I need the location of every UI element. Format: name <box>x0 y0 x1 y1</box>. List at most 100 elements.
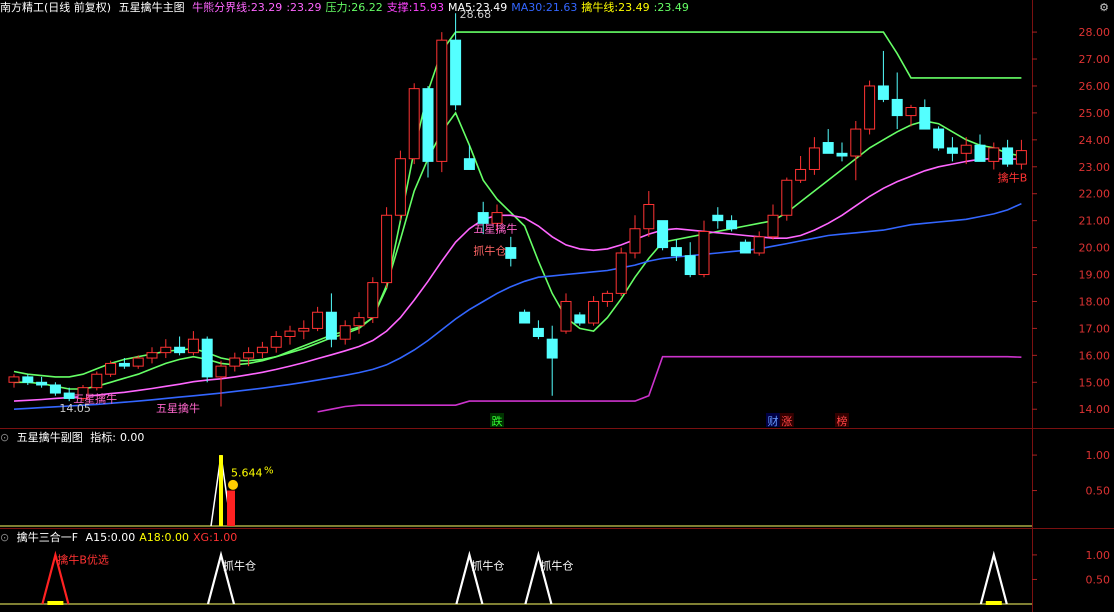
candle-body <box>864 85 876 130</box>
signal-foot <box>47 601 64 605</box>
signal-label: 擒牛B优选 <box>57 553 109 567</box>
candle-body <box>201 338 213 378</box>
candle-body <box>408 88 420 160</box>
y-tick-label: 19.00 <box>1079 269 1111 282</box>
lower-indicator-value: 1.00 <box>212 531 238 544</box>
sub-indicator-name[interactable]: 五星擒牛副图 <box>17 431 83 444</box>
sub-indicator-label: 指标: <box>90 431 116 444</box>
lower-indicator-label: A18: <box>139 531 165 544</box>
candle-body <box>187 338 199 354</box>
candle-body <box>808 147 820 170</box>
sub-indicator-value: 0.00 <box>119 431 145 444</box>
candle-body <box>601 292 613 302</box>
series-line <box>13 31 1022 378</box>
candle-body <box>891 98 903 117</box>
event-marker: 财 <box>768 414 779 428</box>
candle-body <box>781 179 793 216</box>
main-chart-header: 南方精工(日线 前复权) 五星擒牛主图 牛熊分界线:23.29:23.29 压力:… <box>0 0 697 16</box>
chart-annotation: 擒牛B <box>998 171 1028 185</box>
candle-body <box>753 236 765 254</box>
candle-body <box>588 300 600 324</box>
candle-body <box>933 128 945 149</box>
candle-body <box>532 327 544 337</box>
main-indicator-label: 支撑: <box>386 1 413 14</box>
y-tick-label: 28.00 <box>1079 26 1111 39</box>
candle-body <box>132 357 144 367</box>
y-tick-label: 26.00 <box>1079 80 1111 93</box>
event-marker: 跌 <box>492 414 503 428</box>
candle-body <box>270 335 282 348</box>
candle-body <box>160 346 172 354</box>
candle-body <box>657 220 669 249</box>
candle-body <box>1002 147 1014 165</box>
y-tick-label: 14.00 <box>1079 403 1111 416</box>
y-tick-label: 1.00 <box>1086 449 1111 462</box>
main-indicator-value: 23.49 <box>618 1 650 14</box>
main-indicator-value: 26.22 <box>351 1 383 14</box>
y-tick-label: 16.00 <box>1079 349 1111 362</box>
candle-body <box>684 255 696 276</box>
settings-icon[interactable]: ⚙ <box>1098 2 1110 14</box>
candle-body <box>905 107 917 117</box>
candle-body <box>339 325 351 340</box>
candle-body <box>1015 150 1027 165</box>
y-tick-label: 0.50 <box>1086 573 1111 586</box>
candle-body <box>91 373 103 389</box>
y-tick-label: 15.00 <box>1079 376 1111 389</box>
stock-title[interactable]: 南方精工(日线 前复权) <box>0 1 111 14</box>
y-tick-label: 20.00 <box>1079 242 1111 255</box>
candle-body <box>574 314 586 324</box>
lower-indicator-name[interactable]: 擒牛三合一F <box>17 531 78 544</box>
sub-dot <box>228 479 238 490</box>
candle-body <box>850 128 862 157</box>
candle-body <box>229 357 241 367</box>
collapse-icon[interactable]: ⊙ <box>0 531 9 544</box>
candle-body <box>712 214 724 222</box>
main-indicator-label: MA5: <box>447 1 476 14</box>
candle-body <box>436 39 448 162</box>
candle-body <box>505 247 517 259</box>
main-indicator-value: 23.29 <box>250 1 283 14</box>
y-tick-label: 25.00 <box>1079 107 1111 120</box>
candle-body <box>946 147 958 154</box>
series-line <box>317 355 1022 413</box>
y-tick-label: 21.00 <box>1079 215 1111 228</box>
chart-annotation: 五星擒牛 <box>473 222 517 236</box>
candle-body <box>105 362 117 375</box>
candle-body <box>8 376 20 383</box>
candle-body <box>877 85 889 100</box>
candle-body <box>560 300 572 332</box>
candle-body <box>256 346 268 354</box>
candle-body <box>767 214 779 238</box>
main-indicator-label: 压力: <box>325 1 352 14</box>
y-tick-label: 1.00 <box>1086 549 1111 562</box>
candle-body <box>174 346 186 354</box>
candle-body <box>698 230 710 276</box>
candle-body <box>643 203 655 230</box>
collapse-icon[interactable]: ⊙ <box>0 431 9 444</box>
indicator-name[interactable]: 五星擒牛主图 <box>119 1 185 14</box>
main-indicator-label: 擒牛线: <box>581 1 619 14</box>
candle-body <box>988 147 1000 162</box>
candle-body <box>215 365 227 378</box>
series-line <box>13 202 1022 410</box>
candle-body <box>491 212 503 224</box>
chart-canvas[interactable]: 28.00 27.00 26.00 25.00 24.00 23.00 22.00 21.00… <box>0 0 1114 612</box>
candle-body <box>795 168 807 181</box>
candle-body <box>22 376 34 383</box>
sub-annotation: 5.644 <box>231 466 263 479</box>
lower-indicator-label: A15: <box>85 531 111 544</box>
candle-body <box>960 144 972 154</box>
candle-body <box>919 107 931 130</box>
signal-spike <box>979 550 1008 605</box>
candle-body <box>519 311 531 324</box>
sub-bar-red <box>227 490 235 526</box>
candle-body <box>477 212 489 224</box>
y-tick-label: 18.00 <box>1079 295 1111 308</box>
y-tick-label: 24.00 <box>1079 134 1111 147</box>
candle-body <box>298 327 310 332</box>
candle-body <box>118 362 130 367</box>
y-tick-label: 0.50 <box>1086 485 1111 498</box>
candle-body <box>312 311 324 329</box>
main-indicator-value: 23.49 <box>475 1 508 14</box>
